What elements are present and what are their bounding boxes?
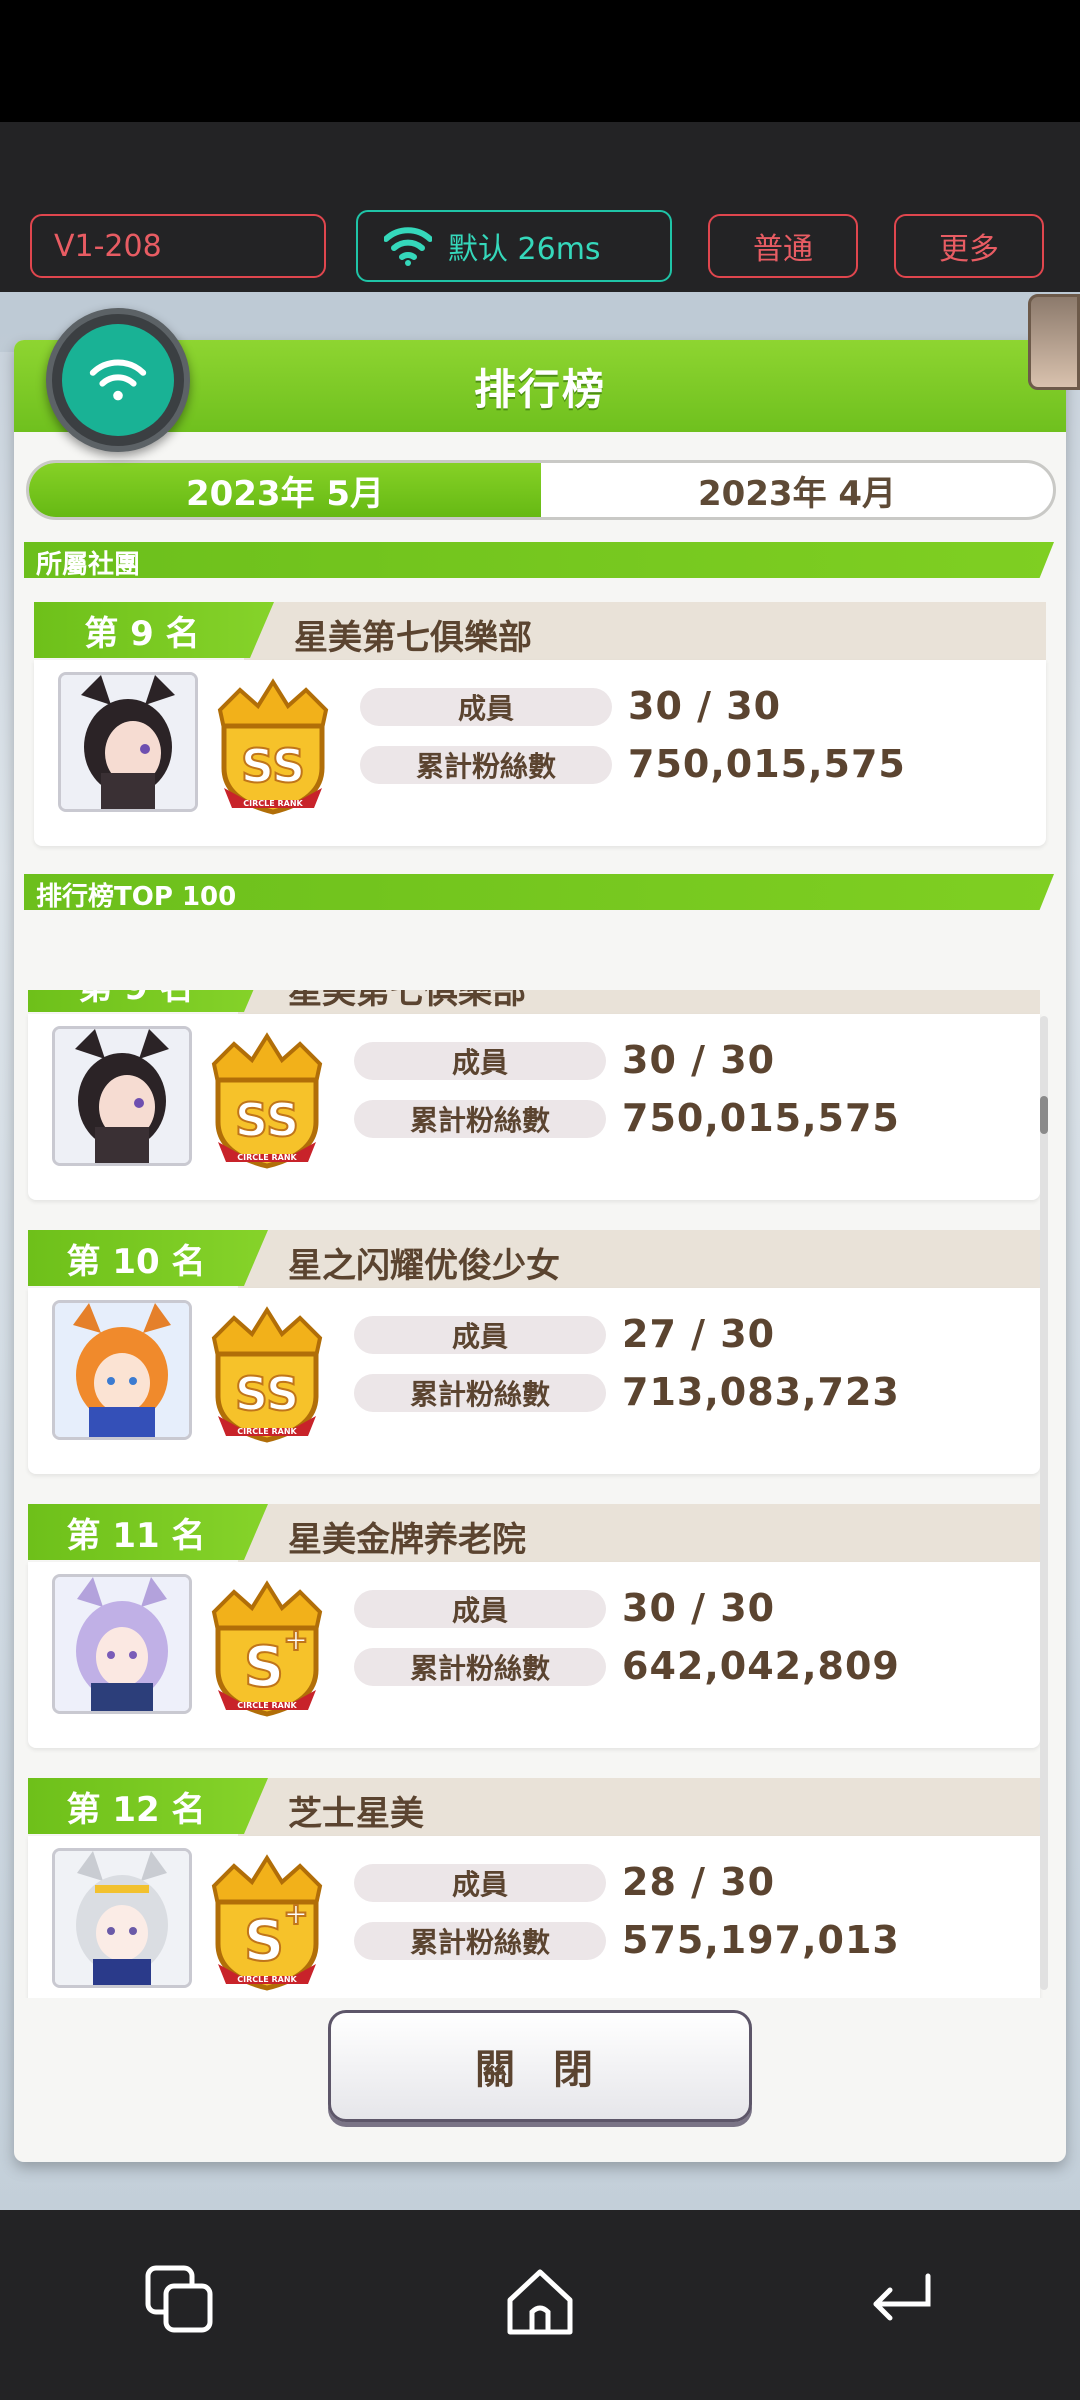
my-club-card[interactable]: 星美第七俱樂部 第 9 名 SS CIRCLE RANK 成員 30 / 30 … <box>34 602 1046 852</box>
members-value: 28 / 30 <box>622 1860 776 1904</box>
fans-label: 累計粉絲數 <box>354 1648 606 1686</box>
fans-value: 750,015,575 <box>622 1096 900 1140</box>
members-value: 30 / 30 <box>622 1038 776 1082</box>
stream-toolbar: V1-208 默认 26ms 普通 更多 <box>0 122 1080 292</box>
rank-tag: 第 11 名 <box>28 1504 268 1560</box>
circle-rank-badge-icon: SS CIRCLE RANK <box>217 678 329 815</box>
svg-text:SS: SS <box>241 739 305 793</box>
club-name-band: 星之闪耀优俊少女 <box>238 1230 1040 1288</box>
back-icon[interactable] <box>858 2260 942 2344</box>
members-label: 成員 <box>354 1042 606 1080</box>
svg-text:CIRCLE RANK: CIRCLE RANK <box>237 1427 297 1436</box>
club-card-body: SS CIRCLE RANK 成員 30 / 30 累計粉絲數 750,015,… <box>34 660 1046 846</box>
rank-tag: 第 10 名 <box>28 1230 268 1286</box>
svg-text:S: S <box>244 1635 284 1700</box>
members-label: 成員 <box>354 1590 606 1628</box>
leader-avatar <box>52 1848 192 1988</box>
members-value: 30 / 30 <box>622 1586 776 1630</box>
fans-label: 累計粉絲數 <box>354 1374 606 1412</box>
club-card-body: SS CIRCLE RANK 成員 27 / 30 累計粉絲數 713,083,… <box>28 1288 1040 1474</box>
fans-label: 累計粉絲數 <box>360 746 612 784</box>
wifi-icon <box>384 227 432 266</box>
game-view: 排行榜 2023年 5月 2023年 4月 所屬社團 星美第七俱樂部 第 9 名 <box>0 292 1080 2210</box>
club-name-band: 星美第七俱樂部 <box>244 602 1046 660</box>
leader-avatar <box>52 1026 192 1166</box>
circle-rank-badge-icon: SS CIRCLE RANK <box>211 1032 323 1169</box>
tab-may[interactable]: 2023年 5月 <box>29 463 541 517</box>
svg-text:CIRCLE RANK: CIRCLE RANK <box>237 1701 297 1710</box>
svg-text:+: + <box>283 1897 308 1932</box>
svg-text:CIRCLE RANK: CIRCLE RANK <box>237 1975 297 1984</box>
recents-icon[interactable] <box>140 2260 224 2344</box>
list-scrollbar[interactable] <box>1040 1016 1048 1990</box>
floating-network-button[interactable] <box>46 308 190 452</box>
leader-avatar <box>52 1300 192 1440</box>
leader-avatar <box>58 672 198 812</box>
top100-section: 排行榜TOP 100 <box>24 874 1054 910</box>
club-name-band: 芝士星美 <box>238 1778 1040 1836</box>
club-name: 星美金牌养老院 <box>288 1520 526 1560</box>
rank-tag: 第 9 名 <box>34 602 274 658</box>
club-card-body: S + CIRCLE RANK 成員 28 / 30 累計粉絲數 575,197… <box>28 1836 1040 1998</box>
month-tabs: 2023年 5月 2023年 4月 <box>26 460 1056 520</box>
club-name: 星美第七俱樂部 <box>294 618 532 658</box>
ranking-entry[interactable]: 星美金牌养老院 第 11 名 S + CIRCLE RANK 成員 30 / 3… <box>28 1504 1040 1754</box>
ranking-entry[interactable]: 星美第七俱樂部 第 9 名 <box>28 990 1040 1206</box>
fans-label: 累計粉絲數 <box>354 1922 606 1960</box>
panel-title: 排行榜 <box>473 364 606 414</box>
rank-tag: 第 12 名 <box>28 1778 268 1834</box>
side-avatar[interactable] <box>1028 294 1080 390</box>
club-name: 星美第七俱樂部 <box>288 990 526 1012</box>
svg-text:S: S <box>244 1909 284 1974</box>
club-name: 星之闪耀优俊少女 <box>288 1246 560 1286</box>
close-button[interactable]: 關 閉 <box>328 2010 752 2122</box>
circle-rank-badge-icon: S + CIRCLE RANK <box>211 1854 323 1991</box>
svg-text:+: + <box>283 1623 308 1658</box>
status-area <box>0 0 1080 122</box>
fans-value: 575,197,013 <box>622 1918 900 1962</box>
top100-section-label: 排行榜TOP 100 <box>36 882 237 912</box>
svg-text:CIRCLE RANK: CIRCLE RANK <box>237 1153 297 1162</box>
club-name-band: 星美金牌养老院 <box>238 1504 1040 1562</box>
members-value: 30 / 30 <box>628 684 782 728</box>
network-label: 默认 26ms <box>448 232 601 267</box>
svg-text:CIRCLE RANK: CIRCLE RANK <box>243 799 303 808</box>
system-navbar <box>0 2210 1080 2400</box>
rank-tag: 第 9 名 <box>28 990 268 1012</box>
fans-value: 713,083,723 <box>622 1370 900 1414</box>
club-name: 芝士星美 <box>288 1794 424 1834</box>
my-club-section: 所屬社團 <box>24 542 1054 578</box>
leader-avatar <box>52 1574 192 1714</box>
ranking-panel: 排行榜 2023年 5月 2023年 4月 所屬社團 星美第七俱樂部 第 9 名 <box>14 340 1066 2162</box>
members-value: 27 / 30 <box>622 1312 776 1356</box>
members-label: 成員 <box>360 688 612 726</box>
ranking-list[interactable]: 星美第七俱樂部 第 9 名 <box>14 990 1066 1998</box>
circle-rank-badge-icon: SS CIRCLE RANK <box>211 1306 323 1443</box>
wifi-icon <box>89 359 147 401</box>
circle-rank-badge-icon: S + CIRCLE RANK <box>211 1580 323 1717</box>
svg-text:SS: SS <box>235 1367 299 1421</box>
club-card-body: SS CIRCLE RANK 成員 30 / 30 累計粉絲數 750,015,… <box>28 1014 1040 1200</box>
tab-april[interactable]: 2023年 4月 <box>541 463 1053 517</box>
mode-button[interactable]: 普通 <box>708 214 858 278</box>
ranking-entry[interactable]: 芝士星美 第 12 名 S + CIRCLE RANK 成員 28 / 30 累… <box>28 1778 1040 1998</box>
list-scrollbar-thumb[interactable] <box>1040 1096 1048 1134</box>
version-button[interactable]: V1-208 <box>30 214 326 278</box>
ranking-entry[interactable]: 星之闪耀优俊少女 第 10 名 SS CIRCLE RANK 成員 27 / 3… <box>28 1230 1040 1480</box>
club-name-band: 星美第七俱樂部 <box>238 990 1040 1014</box>
fans-value: 642,042,809 <box>622 1644 900 1688</box>
home-icon[interactable] <box>498 2260 582 2344</box>
my-club-section-label: 所屬社團 <box>36 550 141 580</box>
network-button[interactable]: 默认 26ms <box>356 210 672 282</box>
fans-value: 750,015,575 <box>628 742 906 786</box>
members-label: 成員 <box>354 1864 606 1902</box>
svg-text:SS: SS <box>235 1093 299 1147</box>
members-label: 成員 <box>354 1316 606 1354</box>
more-button[interactable]: 更多 <box>894 214 1044 278</box>
fans-label: 累計粉絲數 <box>354 1100 606 1138</box>
club-card-body: S + CIRCLE RANK 成員 30 / 30 累計粉絲數 642,042… <box>28 1562 1040 1748</box>
